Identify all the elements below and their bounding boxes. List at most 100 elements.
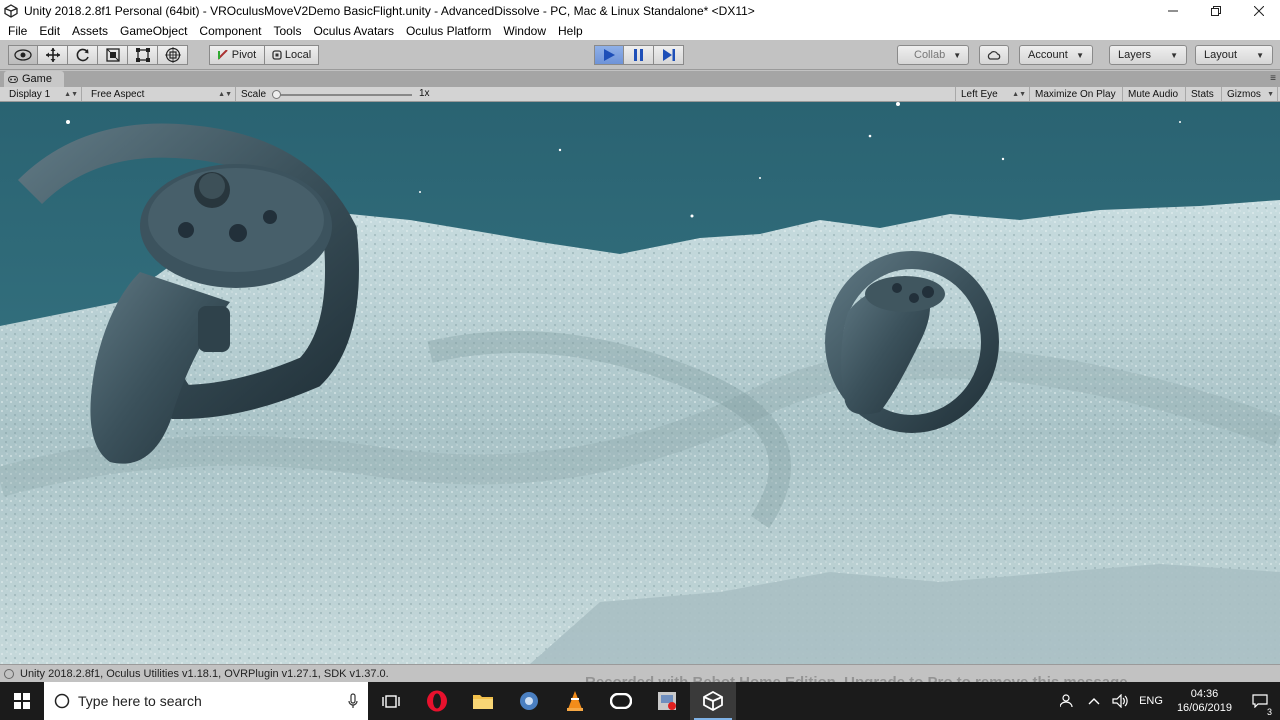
local-space-icon (272, 50, 282, 60)
eye-dropdown[interactable]: Left Eye ▲▼ (955, 87, 1030, 101)
menu-help[interactable]: Help (552, 24, 589, 38)
window-title: Unity 2018.2.8f1 Personal (64bit) - VROc… (24, 3, 755, 18)
chevron-up-icon[interactable] (1081, 697, 1107, 705)
play-button[interactable] (594, 45, 624, 65)
eye-icon (14, 49, 32, 61)
taskbar-app-opera[interactable] (414, 682, 460, 720)
menu-file[interactable]: File (2, 24, 33, 38)
taskbar-app-file-explorer[interactable] (460, 682, 506, 720)
step-button[interactable] (654, 45, 684, 65)
taskbar-app-utility[interactable] (506, 682, 552, 720)
menu-component[interactable]: Component (193, 24, 267, 38)
taskbar-app-oculus[interactable] (598, 682, 644, 720)
clock-time: 04:36 (1190, 688, 1219, 700)
rotate-tool-button[interactable] (68, 45, 98, 65)
stats-toggle[interactable]: Stats (1186, 87, 1222, 101)
maximize-button[interactable] (1194, 0, 1237, 21)
taskbar-app-vlc[interactable] (552, 682, 598, 720)
cloud-services-button[interactable] (979, 45, 1009, 65)
menu-oculus-avatars[interactable]: Oculus Avatars (307, 24, 399, 38)
restore-icon (1210, 5, 1221, 16)
people-icon[interactable] (1055, 694, 1081, 708)
notification-count: 3 (1266, 707, 1272, 717)
start-button[interactable] (0, 682, 44, 720)
close-button[interactable] (1237, 0, 1280, 21)
chevron-updown-icon: ▲▼ (1012, 90, 1026, 98)
layout-label: Layout (1204, 49, 1238, 61)
chevron-down-icon: ▼ (1256, 50, 1264, 60)
menu-assets[interactable]: Assets (66, 24, 114, 38)
scale-slider-track[interactable] (276, 94, 412, 96)
rotate-icon (76, 48, 89, 62)
menu-edit[interactable]: Edit (33, 24, 66, 38)
task-view-button[interactable] (368, 682, 414, 720)
display-label: Display 1 (9, 88, 51, 100)
chevron-updown-icon: ▲▼ (218, 90, 232, 98)
unity-logo-icon (703, 691, 723, 711)
status-message[interactable]: Unity 2018.2.8f1, Oculus Utilities v1.18… (20, 668, 389, 680)
scale-label: Scale (241, 88, 267, 100)
layers-dropdown[interactable]: Layers ▼ (1109, 45, 1187, 65)
taskbar-search-box[interactable]: Type here to search (44, 682, 368, 720)
microphone-icon[interactable] (348, 693, 358, 709)
cloud-group (979, 45, 1009, 65)
notification-center-button[interactable]: 3 (1240, 694, 1280, 717)
gizmos-dropdown[interactable]: Gizmos ▼ (1222, 87, 1278, 101)
menu-gameobject[interactable]: GameObject (114, 24, 193, 38)
pause-button[interactable] (624, 45, 654, 65)
minimize-button[interactable] (1151, 0, 1194, 21)
chevron-down-icon: ▼ (1170, 50, 1178, 60)
mute-audio-toggle[interactable]: Mute Audio (1123, 87, 1186, 101)
taskbar-clock[interactable]: 04:36 16/06/2019 (1169, 687, 1240, 715)
pivot-toggle-button[interactable]: Pivot (209, 45, 265, 65)
local-label: Local (284, 49, 312, 61)
aspect-dropdown[interactable]: Free Aspect ▲▼ (86, 87, 236, 101)
account-group: Account ▼ (1019, 45, 1093, 65)
pivot-handles: Pivot Local (209, 45, 319, 65)
layout-dropdown[interactable]: Layout ▼ (1195, 45, 1273, 65)
maximize-on-play-toggle[interactable]: Maximize On Play (1030, 87, 1123, 101)
notification-icon (1252, 694, 1268, 708)
unity-logo-icon (4, 3, 18, 18)
menu-window[interactable]: Window (497, 24, 552, 38)
rect-tool-button[interactable] (128, 45, 158, 65)
minimize-icon (1167, 10, 1178, 11)
account-label: Account (1028, 49, 1068, 61)
play-icon (604, 49, 615, 61)
taskbar-app-recorder[interactable] (644, 682, 690, 720)
scale-slider-handle[interactable] (272, 90, 281, 99)
combined-transform-icon (164, 47, 181, 63)
tab-menu-icon[interactable]: ≡ (1270, 73, 1276, 84)
tab-game[interactable]: Game (4, 71, 64, 87)
game-viewport[interactable] (0, 102, 1280, 664)
account-dropdown[interactable]: Account ▼ (1019, 45, 1093, 65)
collab-group: Collab ▼ (897, 45, 969, 65)
transform-tool-button[interactable] (158, 45, 188, 65)
view-tool-button[interactable] (8, 45, 38, 65)
windows-logo-icon (14, 693, 30, 709)
collab-dropdown[interactable]: Collab ▼ (897, 45, 969, 65)
aspect-label: Free Aspect (91, 88, 145, 100)
task-view-icon (382, 695, 400, 708)
display-dropdown[interactable]: Display 1 ▲▼ (4, 87, 82, 101)
clock-date: 16/06/2019 (1176, 702, 1232, 714)
move-tool-button[interactable] (38, 45, 68, 65)
rect-transform-icon (135, 48, 150, 62)
oculus-icon (610, 693, 632, 709)
local-toggle-button[interactable]: Local (265, 45, 319, 65)
windows-taskbar: Type here to search ENG 04:36 16/06/2019… (0, 682, 1280, 720)
chevron-down-icon: ▼ (1267, 90, 1274, 98)
scale-tool-button[interactable] (98, 45, 128, 65)
scale-value: 1x (419, 88, 430, 99)
window-controls (1151, 0, 1280, 21)
eye-label: Left Eye (961, 88, 998, 100)
search-icon (54, 693, 70, 709)
taskbar-app-unity[interactable] (690, 682, 736, 720)
gamepad-icon (8, 75, 18, 83)
gear-app-icon (520, 692, 538, 710)
speaker-icon[interactable] (1107, 694, 1133, 708)
menu-tools[interactable]: Tools (267, 24, 307, 38)
menu-oculus-platform[interactable]: Oculus Platform (400, 24, 497, 38)
language-indicator[interactable]: ENG (1133, 695, 1169, 707)
transform-tools (8, 45, 188, 65)
